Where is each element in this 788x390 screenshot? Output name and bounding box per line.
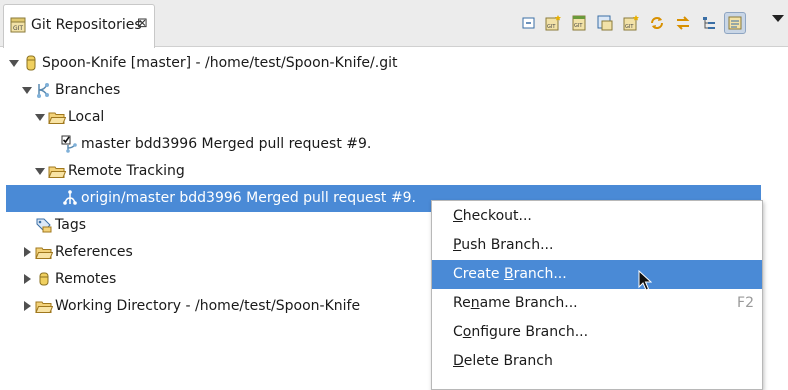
tree-label: Branches bbox=[55, 82, 121, 98]
show-details-icon[interactable] bbox=[724, 12, 746, 34]
folder-icon bbox=[48, 162, 67, 180]
svg-text:GIT: GIT bbox=[625, 24, 634, 30]
context-menu: Checkout... Push Branch... Create Branch… bbox=[431, 200, 763, 390]
tree-label: Tags bbox=[55, 217, 86, 233]
menu-item-configure-branch[interactable]: Configure Branch... bbox=[432, 318, 762, 347]
tree-label: master bdd3996 Merged pull request #9. bbox=[81, 136, 372, 152]
collapsed-twisty-icon[interactable] bbox=[24, 301, 31, 311]
svg-text:GIT: GIT bbox=[547, 24, 556, 30]
view-menu-icon[interactable] bbox=[772, 15, 784, 22]
close-icon[interactable]: ⊠ bbox=[137, 16, 148, 31]
import-projects-icon[interactable]: GIT bbox=[620, 12, 642, 34]
checked-out-branch-icon bbox=[61, 135, 79, 153]
view-tab-bar: GIT Git Repositories ⊠ GIT GIT GIT bbox=[0, 0, 788, 48]
tree-label: Remotes bbox=[55, 271, 117, 287]
tree-node-repository[interactable]: Spoon-Knife [master] - /home/test/Spoon-… bbox=[0, 50, 788, 77]
menu-item-delete-branch[interactable]: Delete Branch bbox=[432, 347, 762, 376]
menu-item-label: Configure Branch... bbox=[453, 324, 589, 340]
menu-item-rename-branch[interactable]: Rename Branch... F2 bbox=[432, 289, 762, 318]
tree-label: Working Directory - /home/test/Spoon-Kni… bbox=[55, 298, 361, 314]
expanded-twisty-icon[interactable] bbox=[35, 168, 45, 175]
menu-item-label: Push Branch... bbox=[453, 237, 554, 253]
menu-item-label: Rename Branch... bbox=[453, 295, 578, 311]
view-title: Git Repositories bbox=[31, 17, 142, 33]
remote-branch-icon bbox=[61, 189, 79, 207]
tree-label: Spoon-Knife [master] - /home/test/Spoon-… bbox=[42, 55, 398, 71]
menu-item-create-branch[interactable]: Create Branch... bbox=[432, 260, 762, 289]
folder-icon bbox=[35, 243, 54, 261]
collapsed-twisty-icon[interactable] bbox=[24, 247, 31, 257]
menu-item-push-branch[interactable]: Push Branch... bbox=[432, 231, 762, 260]
menu-item-checkout[interactable]: Checkout... bbox=[432, 202, 762, 231]
tree-node-local-master[interactable]: master bdd3996 Merged pull request #9. bbox=[0, 131, 788, 158]
menu-item-label: Delete Branch bbox=[453, 353, 553, 369]
mouse-pointer-icon bbox=[638, 269, 653, 292]
tab-git-repositories[interactable]: GIT Git Repositories ⊠ bbox=[3, 4, 155, 48]
collapsed-twisty-icon[interactable] bbox=[24, 274, 31, 284]
clone-repository-icon[interactable]: GIT bbox=[568, 12, 590, 34]
collapse-all-icon[interactable] bbox=[518, 12, 540, 34]
svg-text:GIT: GIT bbox=[13, 25, 23, 32]
tree-label: origin/master bdd3996 Merged pull reques… bbox=[81, 190, 416, 206]
link-with-selection-icon[interactable] bbox=[672, 12, 694, 34]
folder-icon bbox=[48, 108, 67, 126]
menu-item-label: Create Branch... bbox=[453, 266, 567, 282]
add-repository-icon[interactable]: GIT bbox=[542, 12, 564, 34]
expanded-twisty-icon[interactable] bbox=[35, 114, 45, 121]
folder-icon bbox=[35, 297, 54, 315]
svg-text:GIT: GIT bbox=[574, 23, 583, 29]
branches-icon bbox=[35, 81, 53, 99]
expanded-twisty-icon[interactable] bbox=[22, 87, 32, 94]
menu-item-label: Checkout... bbox=[453, 208, 532, 224]
expanded-twisty-icon[interactable] bbox=[9, 60, 19, 67]
tree-label: Remote Tracking bbox=[68, 163, 185, 179]
repository-icon bbox=[22, 54, 40, 72]
tree-label: References bbox=[55, 244, 133, 260]
refresh-icon[interactable] bbox=[646, 12, 668, 34]
remotes-icon bbox=[35, 270, 53, 288]
hierarchical-layout-icon[interactable] bbox=[698, 12, 720, 34]
tags-icon bbox=[35, 216, 53, 234]
tree-node-remote-tracking[interactable]: Remote Tracking bbox=[0, 158, 788, 185]
git-repositories-icon: GIT bbox=[9, 16, 27, 34]
create-repository-icon[interactable] bbox=[594, 12, 616, 34]
tree-node-branches[interactable]: Branches bbox=[0, 77, 788, 104]
tree-label: Local bbox=[68, 109, 105, 125]
shortcut-label: F2 bbox=[737, 295, 754, 311]
tree-node-local[interactable]: Local bbox=[0, 104, 788, 131]
